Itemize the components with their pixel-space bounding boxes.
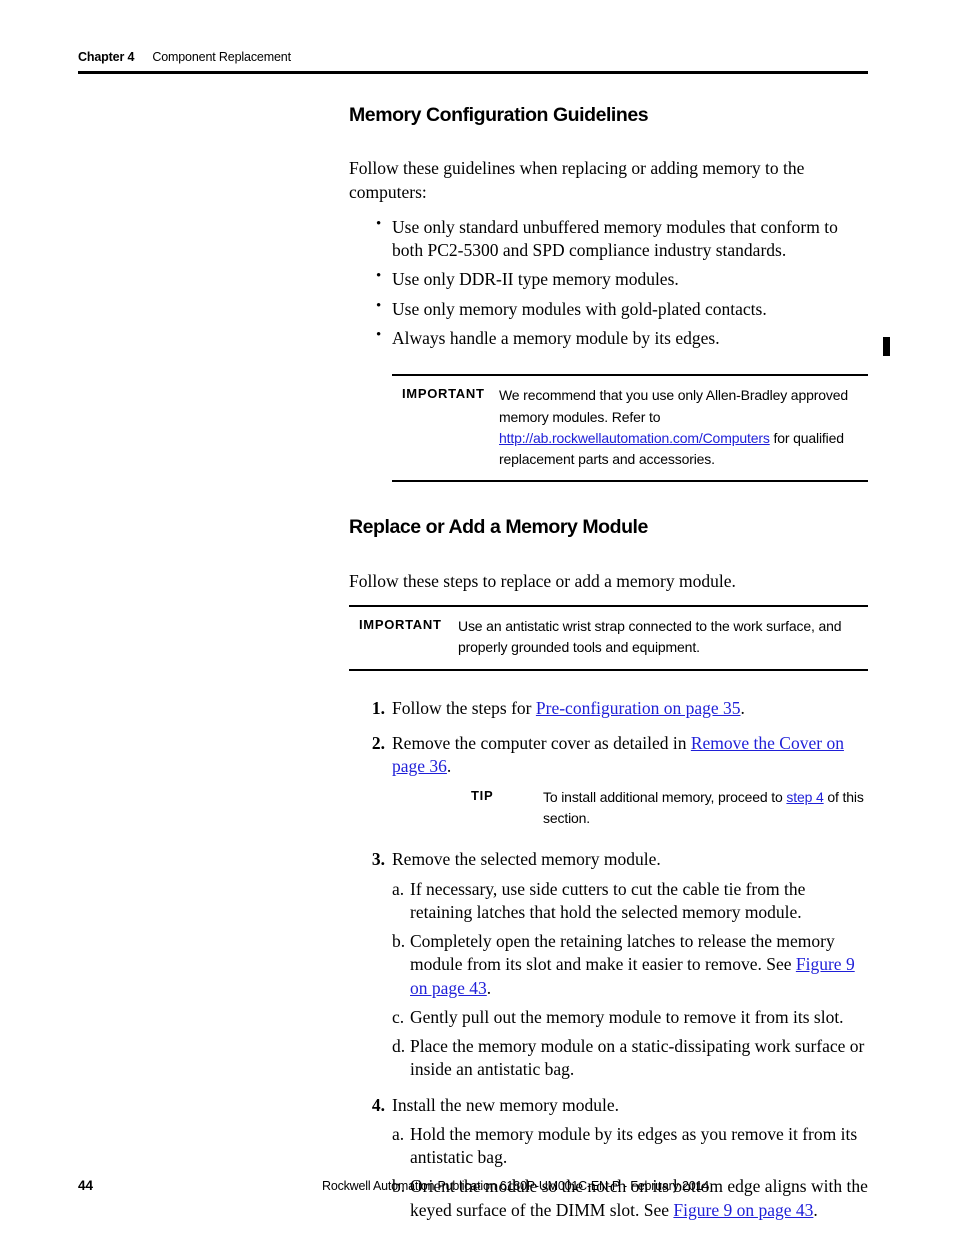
step-text-after-link: . [446,756,452,777]
tip-label: TIP [446,1231,518,1235]
list-item: • Use only memory modules with gold-plat… [349,298,868,321]
step-text-before-link: Follow the steps for [392,697,536,718]
important-callout-memory-approved: IMPORTANT We recommend that you use only… [392,374,868,483]
tip-text-before-link: To install additional memory, proceed to [543,789,787,806]
link-step-4[interactable]: step 4 [786,789,823,805]
link-figure-9-page-43[interactable]: Figure 9 on page 43 [673,1200,813,1220]
callout-label: IMPORTANT [359,616,442,632]
step-text-before-link: Remove the computer cover as detailed in [392,732,691,753]
step-text: Remove the selected memory module. [392,849,661,870]
running-header: Chapter 4 Component Replacement [78,50,868,64]
substep-text-after-link: . [813,1199,818,1220]
document-page: Chapter 4 Component Replacement Memory Co… [0,0,954,1235]
list-item-text: Use only memory modules with gold-plated… [392,298,767,319]
tip-text: To install additional memory, proceed to… [543,787,911,829]
step-3: 3. Remove the selected memory module. a.… [349,848,868,1081]
tip-callout-keyed-surface: TIP The keyed surface is off center to a… [446,1231,850,1235]
tip-text: The keyed surface is off center to assis… [518,1231,850,1235]
tip-callout-additional-memory: TIP To install additional memory, procee… [471,787,911,829]
replace-add-intro: Follow these steps to replace or add a m… [349,570,736,591]
substep-4a: a. Hold the memory module by its edges a… [392,1123,868,1170]
memory-config-intro: Follow these guidelines when replacing o… [349,158,805,202]
substep-letter: b. [392,931,406,952]
substep-letter: d. [392,1036,406,1057]
list-item: • Always handle a memory module by its e… [349,327,868,350]
section-heading-memory-configuration: Memory Configuration Guidelines [349,104,649,126]
substep-text: Gently pull out the memory module to rem… [410,1006,844,1027]
callout-text: We recommend that you use only Allen-Bra… [499,385,868,470]
footer-publication: Rockwell Automation Publication 6180P-UM… [322,1179,709,1193]
callout-text: Use an antistatic wrist strap connected … [458,617,842,656]
replace-add-step-list: 1. Follow the steps for Pre-configuratio… [349,697,868,1235]
step-text: Install the new memory module. [392,1094,619,1115]
step-number: 1. [371,697,385,718]
header-rule [78,71,868,74]
substep-letter: a. [392,1123,405,1144]
substep-text: Hold the memory module by its edges as y… [410,1123,858,1168]
bullet-icon: • [376,297,382,314]
step-2: 2. Remove the computer cover as detailed… [349,732,868,837]
substep-text: Place the memory module on a static-diss… [410,1036,865,1080]
footer-page-number: 44 [78,1178,94,1193]
list-item-text: Use only DDR-II type memory modules. [392,269,679,290]
substep-3c: c. Gently pull out the memory module to … [392,1006,868,1029]
content-column: Memory Configuration Guidelines Follow t… [349,104,868,1235]
substep-3d: d. Place the memory module on a static-d… [392,1035,868,1082]
bullet-icon: • [376,215,382,232]
substep-text: If necessary, use side cutters to cut th… [410,878,806,922]
step-1: 1. Follow the steps for Pre-configuratio… [349,697,868,720]
substep-letter: c. [392,1006,405,1027]
tip-label: TIP [471,788,494,804]
change-bar [883,337,890,356]
chapter-label: Chapter 4 [78,50,135,64]
callout-label: IMPORTANT [402,386,485,402]
list-item-text: Use only standard unbuffered memory modu… [392,216,838,261]
step-3-substep-list: a. If necessary, use side cutters to cut… [392,878,868,1082]
list-item: • Use only DDR-II type memory modules. [349,268,868,291]
callout-text-before-link: We recommend that you use only Allen-Bra… [499,387,848,425]
substep-text-before-link: Completely open the retaining latches to… [410,931,835,975]
step-text-after-link: . [740,697,745,718]
bullet-icon: • [376,326,382,343]
step-4: 4. Install the new memory module. a. Hol… [349,1094,868,1235]
substep-3a: a. If necessary, use side cutters to cut… [392,878,868,925]
step-number: 3. [371,849,385,870]
substep-letter: a. [392,878,405,899]
important-callout-antistatic: IMPORTANT Use an antistatic wrist strap … [349,604,868,671]
chapter-subject: Component Replacement [152,50,291,64]
list-item-text: Always handle a memory module by its edg… [392,327,720,348]
substep-text-after-link: . [486,977,492,998]
section-heading-replace-add-memory: Replace or Add a Memory Module [349,516,648,539]
bullet-icon: • [376,268,382,285]
step-number: 4. [371,1094,385,1115]
link-rockwell-computers[interactable]: http://ab.rockwellautomation.com/Compute… [499,430,770,446]
link-pre-configuration[interactable]: Pre-configuration on page 35 [536,698,741,718]
step-number: 2. [371,732,385,753]
list-item: • Use only standard unbuffered memory mo… [349,216,868,263]
memory-config-bullet-list: • Use only standard unbuffered memory mo… [349,216,868,350]
substep-3b: b. Completely open the retaining latches… [392,930,868,1000]
